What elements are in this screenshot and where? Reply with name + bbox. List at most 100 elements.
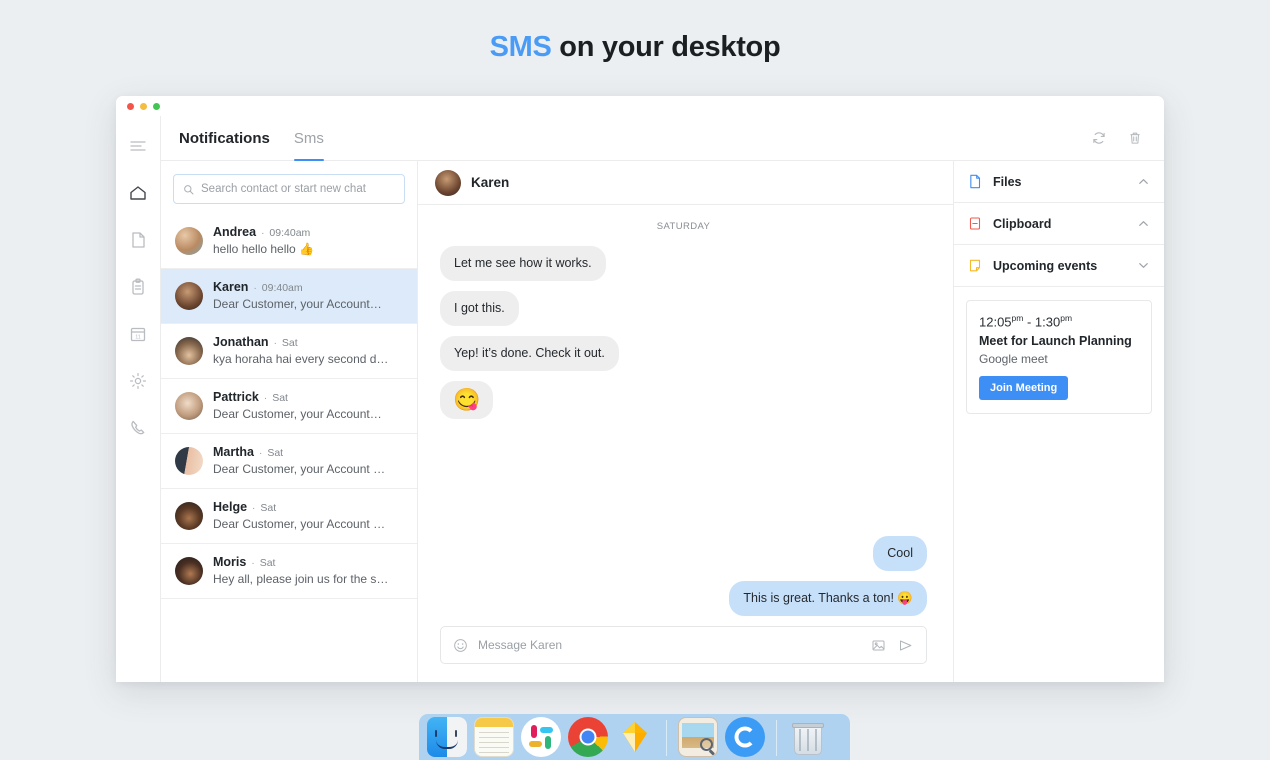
contact-name: Martha [213,445,254,459]
clipboard-icon[interactable] [126,275,150,299]
phone-icon[interactable] [126,416,150,440]
list-item-text: Pattrick · Sat Dear Customer, your Accou… [213,390,403,421]
join-meeting-button[interactable]: Join Meeting [979,376,1069,401]
message-bubble-outgoing: Cool [873,536,927,572]
timestamp: Sat [260,502,277,514]
avatar [175,447,203,475]
list-item-header: Karen · 09:40am [213,280,403,294]
chevron-up-icon[interactable] [1137,217,1150,230]
minimize-button[interactable] [140,102,147,110]
separator: · [252,503,256,514]
trash-icon[interactable] [1122,125,1148,151]
timestamp: Sat [267,447,284,459]
chat-pane: Karen SATURDAY Let me see how it works. … [418,161,953,682]
tab-sms[interactable]: Sms [293,116,324,161]
contact-name: Moris [213,555,247,569]
timestamp: Sat [272,392,288,404]
list-item[interactable]: Martha · Sat Dear Customer, your Account… [161,434,417,489]
home-icon[interactable] [126,181,150,205]
timestamp: Sat [259,557,276,569]
dock [419,714,850,760]
list-item[interactable]: Andrea · 09:40am hello hello hello 👍 [161,214,417,269]
list-item-header: Jonathan · Sat [213,335,403,349]
contact-name: Andrea [213,225,257,239]
file-icon[interactable] [126,228,150,252]
finder-icon[interactable] [427,717,467,757]
panel-section-files[interactable]: Files [954,161,1164,203]
list-item-text: Helge · Sat Dear Customer, your Account … [213,500,403,531]
gear-icon[interactable] [126,369,150,393]
refresh-icon[interactable] [1086,125,1112,151]
list-item[interactable]: Karen · 09:40am Dear Customer, your Acco… [161,269,417,324]
list-item[interactable]: Moris · Sat Hey all, please join us for … [161,544,417,599]
contact-name: Helge [213,500,248,514]
tab-notifications[interactable]: Notifications [179,116,270,161]
message-bubble-incoming: Let me see how it works. [440,246,606,281]
dock-divider [666,720,667,756]
conversation-scroll[interactable]: Andrea · 09:40am hello hello hello 👍 Kar… [161,214,417,682]
list-item-header: Andrea · 09:40am [213,225,403,239]
list-item[interactable]: Jonathan · Sat kya horaha hai every seco… [161,324,417,379]
message-row: This is great. Thanks a ton! 😛 [440,581,927,616]
panel-section-label: Clipboard [993,216,1052,231]
event-end-suffix: pm [1060,313,1073,323]
sketch-icon[interactable] [615,717,655,757]
message-bubble-incoming-emoji: 😋 [440,380,494,419]
message-row: Let me see how it works. [440,246,927,281]
list-item[interactable]: Helge · Sat Dear Customer, your Account … [161,489,417,544]
zoom-button[interactable] [153,102,160,110]
chevron-up-icon[interactable] [1137,175,1150,188]
close-button[interactable] [127,102,134,110]
separator: · [258,448,263,459]
event-time: 12:05pm - 1:30pm [979,313,1139,329]
list-item-text: Jonathan · Sat kya horaha hai every seco… [213,335,403,366]
avatar [435,169,461,196]
separator: · [261,228,265,239]
avatar [175,392,203,420]
dock-divider [776,720,777,756]
search-box[interactable] [173,174,405,204]
cleanmymac-icon[interactable] [725,717,765,757]
tabbar: Notifications Sms [161,116,1164,161]
message-preview: Dear Customer, your Account… [213,407,382,421]
message-input[interactable] [478,638,860,652]
send-icon[interactable] [896,636,914,654]
calendar-icon[interactable]: 11 [126,322,150,346]
menu-icon[interactable] [126,134,150,158]
composer [418,626,953,682]
icon-rail: 11 [116,116,161,682]
note-icon [968,258,983,274]
emoji-icon[interactable] [451,636,469,654]
notes-icon[interactable] [474,717,514,757]
chrome-icon[interactable] [568,717,608,757]
list-item[interactable]: Pattrick · Sat Dear Customer, your Accou… [161,379,417,434]
event-end-time: 1:30 [1034,314,1061,330]
message-preview: kya horaha hai every second d… [213,352,389,366]
composer-box[interactable] [440,626,927,664]
panel-section-upcoming-events[interactable]: Upcoming events [954,245,1164,287]
event-title: Meet for Launch Planning [979,334,1132,349]
message-bubble-incoming: I got this. [440,290,519,326]
page-title-accent: SMS [489,31,552,63]
message-bubble-incoming: Yep! it’s done. Check it out. [440,335,619,371]
slack-icon[interactable] [521,717,561,757]
preview-icon[interactable] [678,717,718,757]
center-column: Notifications Sms Search contact or star… [161,116,1164,682]
trash-icon[interactable] [788,717,828,757]
app-window: 11 Notifications Sms Search contact or s… [116,96,1164,682]
window-body: 11 Notifications Sms Search contact or s… [116,116,1164,682]
avatar [175,557,203,585]
list-item-text: Karen · 09:40am Dear Customer, your Acco… [213,280,403,311]
message-row: 😋 [440,380,927,419]
panel-section-clipboard[interactable]: Clipboard [954,203,1164,245]
event-card[interactable]: 12:05pm - 1:30pm Meet for Launch Plannin… [966,300,1152,415]
clipboard-icon [968,216,983,232]
chat-contact-name: Karen [471,175,510,190]
search-input[interactable] [201,183,395,195]
chevron-down-icon[interactable] [1137,259,1150,272]
panel-section-label: Files [993,174,1022,189]
separator: · [263,393,268,404]
search-icon [184,184,194,194]
image-attach-icon[interactable] [869,636,887,654]
